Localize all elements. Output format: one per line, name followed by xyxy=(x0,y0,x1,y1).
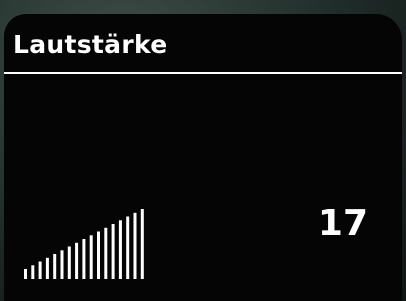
volume-bar xyxy=(45,257,49,279)
volume-bar xyxy=(104,227,108,279)
volume-bar xyxy=(133,212,137,279)
volume-bar xyxy=(140,209,144,279)
page-title: Lautstärke xyxy=(13,30,168,59)
volume-bar xyxy=(38,261,42,279)
volume-bar xyxy=(24,269,27,279)
volume-bar xyxy=(60,250,64,279)
volume-bar xyxy=(111,224,115,279)
title-divider xyxy=(4,72,402,74)
volume-bar xyxy=(89,235,93,279)
volume-level-bars xyxy=(24,209,144,279)
display-screen: Lautstärke 17 xyxy=(4,14,402,301)
volume-bar xyxy=(75,242,79,279)
volume-value: 17 xyxy=(317,203,368,244)
volume-bar xyxy=(53,254,57,279)
volume-bar xyxy=(82,239,86,279)
volume-bar xyxy=(31,265,35,279)
volume-bar xyxy=(126,216,130,279)
volume-bar xyxy=(97,231,100,279)
volume-bar xyxy=(118,220,122,279)
volume-bar xyxy=(67,246,71,279)
